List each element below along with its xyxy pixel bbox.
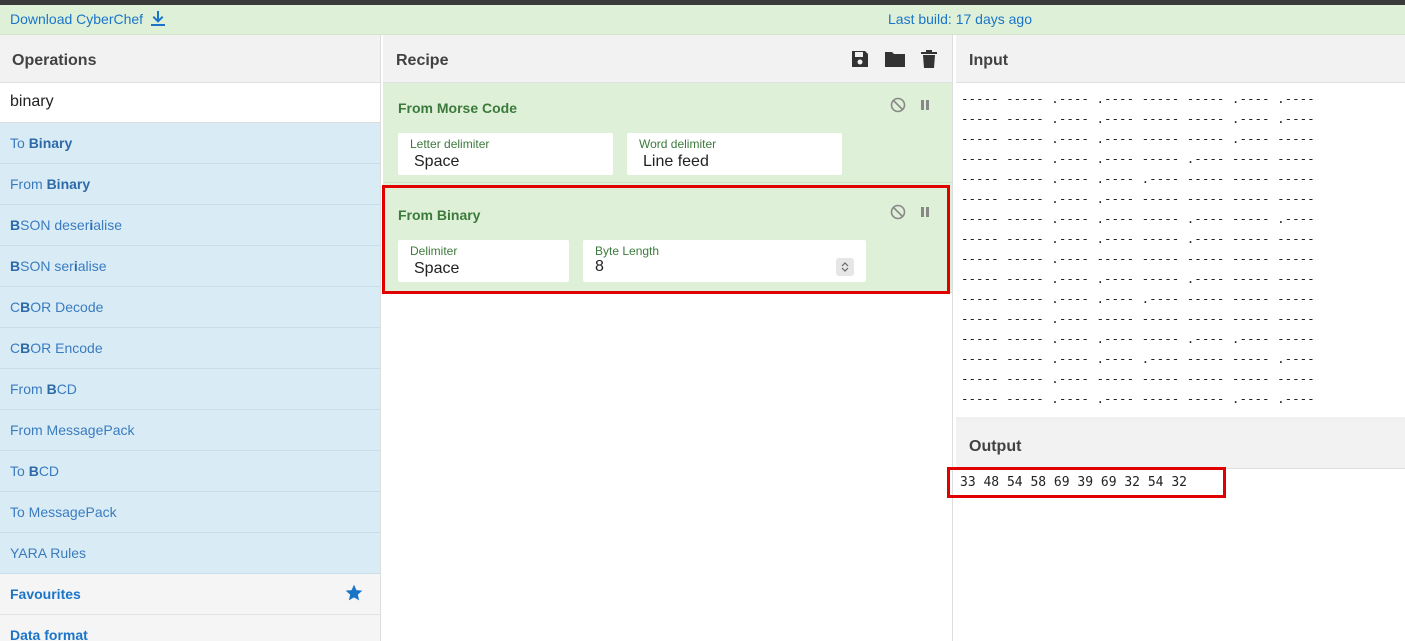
operation-label-part[interactable]: alise (93, 217, 122, 233)
operation-label-part[interactable]: alise (78, 258, 107, 274)
recipe-op-from-binary[interactable]: From Binary Delimiter Space Byte Length … (383, 183, 952, 293)
operation-label-part[interactable]: OR Encode (30, 340, 102, 356)
input-line: ----- ----- .---- ----- ----- ----- ----… (961, 311, 1315, 326)
operation-item[interactable]: To Binary (0, 123, 380, 164)
field-value[interactable]: Space (414, 153, 459, 171)
input-title: Input (956, 35, 1405, 83)
category-label[interactable]: Data format (10, 627, 88, 641)
operation-label-part[interactable]: SON ser (20, 258, 74, 274)
operations-list: To Binary From Binary BSON deserialise BSON… (0, 123, 380, 574)
operations-panel: Operations binary To Binary From Binary BS… (0, 35, 381, 641)
operation-label-part[interactable]: From MessagePack (10, 422, 134, 438)
word-delimiter-select[interactable]: Word delimiter Line feed (627, 133, 842, 175)
operation-label-part[interactable]: CD (57, 381, 77, 397)
operation-item[interactable]: YARA Rules (0, 533, 380, 574)
input-line: ----- ----- .---- .---- ----- .---- ----… (961, 231, 1315, 246)
letter-delimiter-select[interactable]: Letter delimiter Space (398, 133, 613, 175)
input-line: ----- ----- .---- .---- ----- .---- ----… (961, 211, 1315, 226)
download-label[interactable]: Download CyberChef (10, 11, 143, 27)
match-highlight[interactable]: Binary (29, 135, 73, 151)
input-line: ----- ----- .---- ----- ----- ----- ----… (961, 251, 1315, 266)
input-line: ----- ----- .---- ----- ----- ----- ----… (961, 371, 1315, 386)
input-textarea[interactable]: ----- ----- .---- .---- ----- ----- .---… (956, 83, 1405, 417)
byte-length-input[interactable]: Byte Length 8 (583, 240, 866, 282)
input-line: ----- ----- .---- .---- ----- ----- .---… (961, 111, 1315, 126)
operation-label-part[interactable]: To (10, 135, 29, 151)
operation-label-part[interactable]: To MessagePack (10, 504, 117, 520)
operation-label-part[interactable]: C (10, 299, 20, 315)
stepper-icon[interactable] (836, 258, 854, 276)
input-line: ----- ----- .---- .---- .---- ----- ----… (961, 291, 1315, 306)
match-highlight[interactable]: B (10, 217, 20, 233)
download-icon[interactable] (151, 11, 166, 27)
operation-item[interactable]: To BCD (0, 451, 380, 492)
match-highlight[interactable]: Binary (47, 176, 91, 192)
match-highlight[interactable]: B (47, 381, 57, 397)
category-data-format[interactable]: Data format (0, 615, 380, 641)
input-line: ----- ----- .---- .---- .---- ----- ----… (961, 351, 1315, 366)
recipe-op-name: From Binary (398, 207, 481, 223)
delimiter-select[interactable]: Delimiter Space (398, 240, 569, 282)
category-label[interactable]: Favourites (10, 586, 81, 602)
operation-label-part[interactable]: OR Decode (30, 299, 103, 315)
output-text: 33 48 54 58 69 39 69 32 54 32 (960, 475, 1187, 490)
save-icon[interactable] (850, 49, 870, 69)
operation-label-part[interactable]: From (10, 381, 47, 397)
download-cyberchef-link[interactable]: Download CyberChef (10, 11, 166, 27)
operation-label-part[interactable]: To (10, 463, 29, 479)
banner: Download CyberChef Last build: 17 days a… (0, 5, 1405, 35)
field-label: Letter delimiter (410, 137, 490, 151)
disable-icon[interactable] (890, 204, 906, 220)
match-highlight[interactable]: B (10, 258, 20, 274)
disable-icon[interactable] (890, 97, 906, 113)
operation-label-part[interactable]: CD (39, 463, 59, 479)
match-highlight[interactable]: B (29, 463, 39, 479)
input-line: ----- ----- .---- .---- ----- ----- .---… (961, 91, 1315, 106)
output-title: Output (956, 421, 1405, 469)
field-value[interactable]: Space (414, 260, 459, 278)
input-line: ----- ----- .---- .---- ----- .---- .---… (961, 331, 1315, 346)
recipe-title: Recipe (396, 52, 449, 69)
recipe-panel: Recipe From Morse Code Letter delimiter … (383, 35, 953, 641)
input-line: ----- ----- .---- .---- ----- ----- .---… (961, 131, 1315, 146)
operation-label-part[interactable]: From (10, 176, 47, 192)
operation-item[interactable]: BSON deserialise (0, 205, 380, 246)
field-label: Word delimiter (639, 137, 717, 151)
field-label: Byte Length (595, 244, 660, 258)
operation-item[interactable]: From BCD (0, 369, 380, 410)
operation-label-part[interactable]: C (10, 340, 20, 356)
input-line: ----- ----- .---- .---- ----- ----- ----… (961, 409, 1405, 417)
recipe-op-name: From Morse Code (398, 100, 518, 116)
input-line: ----- ----- .---- .---- ----- .---- ----… (961, 151, 1315, 166)
match-highlight[interactable]: B (20, 299, 30, 315)
input-line: ----- ----- .---- .---- ----- .---- ----… (961, 271, 1315, 286)
field-value[interactable]: 8 (595, 258, 604, 276)
recipe-header: Recipe (383, 35, 952, 83)
operation-item[interactable]: CBOR Decode (0, 287, 380, 328)
match-highlight[interactable]: B (20, 340, 30, 356)
pause-icon[interactable] (918, 98, 932, 112)
operation-item[interactable]: CBOR Encode (0, 328, 380, 369)
last-build-text: Last build: 17 days ago (888, 11, 1032, 27)
input-line: ----- ----- .---- .---- ----- ----- ----… (961, 191, 1315, 206)
operation-label-part[interactable]: SON deser (20, 217, 89, 233)
input-line: ----- ----- .---- .---- ----- ----- .---… (961, 391, 1315, 406)
operation-item[interactable]: From MessagePack (0, 410, 380, 451)
operations-search-input[interactable]: binary (0, 83, 380, 123)
recipe-op-from-morse-code[interactable]: From Morse Code Letter delimiter Space W… (383, 83, 952, 183)
io-panel: Input ----- ----- .---- .---- ----- ----… (956, 35, 1405, 641)
input-line: ----- ----- .---- .---- .---- ----- ----… (961, 171, 1315, 186)
operation-item[interactable]: From Binary (0, 164, 380, 205)
pause-icon[interactable] (918, 205, 932, 219)
operations-title: Operations (0, 35, 380, 83)
operation-item[interactable]: To MessagePack (0, 492, 380, 533)
field-value[interactable]: Line feed (643, 153, 709, 171)
trash-icon[interactable] (920, 49, 938, 69)
category-favourites[interactable]: Favourites (0, 574, 380, 615)
star-icon[interactable] (344, 583, 364, 603)
field-label: Delimiter (410, 244, 458, 258)
operation-item[interactable]: BSON serialise (0, 246, 380, 287)
folder-icon[interactable] (884, 49, 906, 69)
operation-label-part[interactable]: YARA Rules (10, 545, 86, 561)
